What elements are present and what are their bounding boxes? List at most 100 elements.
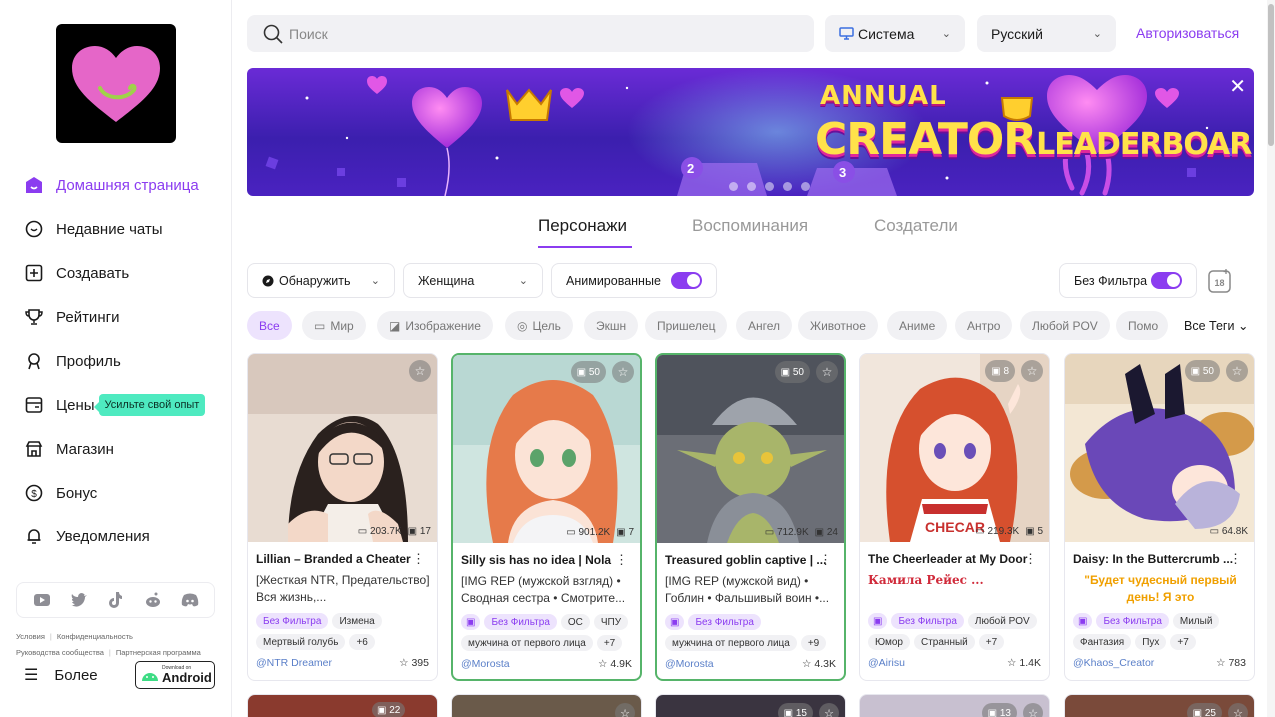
- carousel-dot[interactable]: [729, 182, 738, 191]
- twitter-icon[interactable]: [69, 590, 89, 610]
- tag-more[interactable]: +6: [349, 634, 375, 650]
- favorite-star-icon[interactable]: ☆: [1228, 703, 1248, 717]
- author-link[interactable]: @NTR Dreamer: [256, 657, 332, 669]
- author-link[interactable]: @Airisu: [868, 657, 905, 669]
- tag-more[interactable]: +7: [1170, 634, 1196, 650]
- tag[interactable]: Без Фильтра: [891, 613, 964, 629]
- privacy-link[interactable]: Конфиденциальность: [57, 632, 133, 641]
- image-tag-icon[interactable]: ▣: [461, 614, 481, 630]
- carousel-dot[interactable]: [801, 182, 810, 191]
- character-card[interactable]: ▣ 50 ☆ ▭ 901.2K ▣ 7 Silly sis has no ide…: [451, 353, 642, 681]
- scrollbar-thumb[interactable]: [1268, 4, 1274, 146]
- chip-help[interactable]: Помо: [1116, 311, 1168, 340]
- chip-world[interactable]: ▭ Мир: [302, 311, 366, 340]
- sidebar-item-bonus[interactable]: $ Бонус: [24, 478, 97, 508]
- more-options-icon[interactable]: ⋮: [412, 551, 425, 567]
- image-tag-icon[interactable]: ▣: [868, 613, 888, 629]
- character-image[interactable]: ☆: [248, 354, 437, 542]
- chip-angel[interactable]: Ангел: [736, 311, 793, 340]
- tag[interactable]: Фантазия: [1073, 634, 1132, 650]
- login-button[interactable]: Авторизоваться: [1136, 25, 1239, 41]
- tag-more[interactable]: +7: [596, 635, 623, 651]
- character-card-next[interactable]: ▣ 25 ☆: [1064, 694, 1255, 717]
- character-image[interactable]: ▣ 50 ☆: [453, 355, 640, 543]
- character-card-next[interactable]: ☆: [451, 694, 642, 717]
- theme-select[interactable]: Система ⌄: [825, 15, 965, 52]
- animated-toggle[interactable]: [671, 272, 702, 289]
- chip-all[interactable]: Все: [247, 311, 292, 340]
- more-menu[interactable]: ☰ Более: [24, 662, 98, 688]
- tag[interactable]: OC: [560, 614, 590, 630]
- character-image[interactable]: CHECAR ▣ 8 ☆: [860, 354, 1049, 542]
- sidebar-item-recent-chats[interactable]: Недавние чаты: [24, 214, 163, 244]
- tag-more[interactable]: +7: [978, 634, 1005, 650]
- tab-creators[interactable]: Создатели: [874, 216, 958, 236]
- character-name[interactable]: The Cheerleader at My Door: [868, 552, 1033, 566]
- more-options-icon[interactable]: ⋮: [1229, 551, 1242, 567]
- tag[interactable]: Пух: [1135, 634, 1167, 650]
- character-card-next[interactable]: ▣ 13 ☆: [859, 694, 1050, 717]
- tag-more[interactable]: +9: [800, 635, 827, 651]
- author-link[interactable]: @Morosta: [461, 658, 510, 670]
- favorite-star-icon[interactable]: ☆: [1023, 703, 1043, 717]
- tag[interactable]: Мертвый голубь: [256, 634, 346, 650]
- tag[interactable]: мужчина от первого лица: [665, 635, 797, 651]
- author-link[interactable]: @Morosta: [665, 658, 714, 670]
- affiliate-program-link[interactable]: Партнерская программа: [116, 648, 201, 657]
- character-card[interactable]: ☆ ▭ 203.7K ▣ 17 Lillian – Branded a Chea…: [247, 353, 438, 681]
- chip-anthro[interactable]: Антро: [955, 311, 1013, 340]
- search-bar[interactable]: [247, 15, 814, 52]
- youtube-icon[interactable]: [32, 590, 52, 610]
- gender-dropdown[interactable]: Женщина ⌄: [403, 263, 543, 298]
- character-image[interactable]: ▣ 50 ☆: [1065, 354, 1254, 542]
- tag[interactable]: Без Фильтра: [256, 613, 329, 629]
- more-options-icon[interactable]: ⋮: [819, 552, 832, 568]
- search-input[interactable]: [289, 25, 769, 42]
- tag[interactable]: Без Фильтра: [484, 614, 557, 630]
- image-tag-icon[interactable]: ▣: [1073, 613, 1093, 629]
- tag[interactable]: Без Фильтра: [1096, 613, 1169, 629]
- chip-goal[interactable]: ◎ Цель: [505, 311, 573, 340]
- sidebar-item-ratings[interactable]: Рейтинги: [24, 302, 119, 332]
- tag[interactable]: Юмор: [868, 634, 910, 650]
- tag[interactable]: ЧПУ: [593, 614, 629, 630]
- page-scrollbar[interactable]: [1267, 0, 1275, 717]
- sidebar-item-store[interactable]: Магазин: [24, 434, 114, 464]
- tag[interactable]: мужчина от первого лица: [461, 635, 593, 651]
- favorite-star-icon[interactable]: ☆: [615, 703, 635, 717]
- character-name[interactable]: Lillian – Branded a Cheater: [256, 552, 421, 566]
- nofilter-toggle[interactable]: [1151, 272, 1182, 289]
- chip-image[interactable]: ◪ Изображение: [377, 311, 493, 340]
- character-card-next[interactable]: ▣ 15 ☆: [655, 694, 846, 717]
- upgrade-promo-badge[interactable]: Усильте свой опыт: [93, 394, 206, 416]
- all-tags-dropdown[interactable]: Все Теги ⌄: [1184, 318, 1248, 333]
- discover-dropdown[interactable]: Обнаружить ⌄: [247, 263, 395, 298]
- tag[interactable]: Странный: [914, 634, 975, 650]
- terms-link[interactable]: Условия: [16, 632, 45, 641]
- favorite-star-icon[interactable]: ☆: [612, 361, 634, 383]
- community-guidelines-link[interactable]: Руководства сообщества: [16, 648, 104, 657]
- chip-anime[interactable]: Аниме: [887, 311, 948, 340]
- character-card[interactable]: CHECAR ▣ 8 ☆ ▭ 219.3K ▣ 5 The Cheerleade…: [859, 353, 1050, 681]
- favorite-star-icon[interactable]: ☆: [1021, 360, 1043, 382]
- tab-characters[interactable]: Персонажи: [538, 216, 627, 236]
- character-card[interactable]: ▣ 50 ☆ ▭ 64.8K Daisy: In the Buttercrumb…: [1064, 353, 1255, 681]
- sidebar-item-create[interactable]: Создавать: [24, 258, 129, 288]
- favorite-star-icon[interactable]: ☆: [819, 703, 839, 717]
- tag[interactable]: Милый: [1172, 613, 1220, 629]
- language-select[interactable]: Русский ⌄: [977, 15, 1116, 52]
- favorite-star-icon[interactable]: ☆: [816, 361, 838, 383]
- sidebar-item-pricing[interactable]: Цены Усильте свой опыт: [24, 390, 206, 420]
- character-name[interactable]: Daisy: In the Buttercrumb ...: [1073, 552, 1238, 566]
- leaderboard-banner[interactable]: ANNUAL CREATORLEADERBOARD 2 3 ✕: [247, 68, 1254, 196]
- tab-memories[interactable]: Воспоминания: [692, 216, 808, 236]
- author-link[interactable]: @Khaos_Creator: [1073, 657, 1154, 669]
- character-image[interactable]: ▣ 50 ☆: [657, 355, 844, 543]
- more-options-icon[interactable]: ⋮: [615, 552, 628, 568]
- discord-icon[interactable]: [180, 590, 200, 610]
- chip-any-pov[interactable]: Любой POV: [1020, 311, 1110, 340]
- carousel-dot[interactable]: [765, 182, 774, 191]
- close-icon[interactable]: ✕: [1229, 74, 1246, 99]
- character-name[interactable]: Silly sis has no idea | Nola: [461, 553, 626, 567]
- android-download-button[interactable]: Download on Android: [135, 661, 215, 689]
